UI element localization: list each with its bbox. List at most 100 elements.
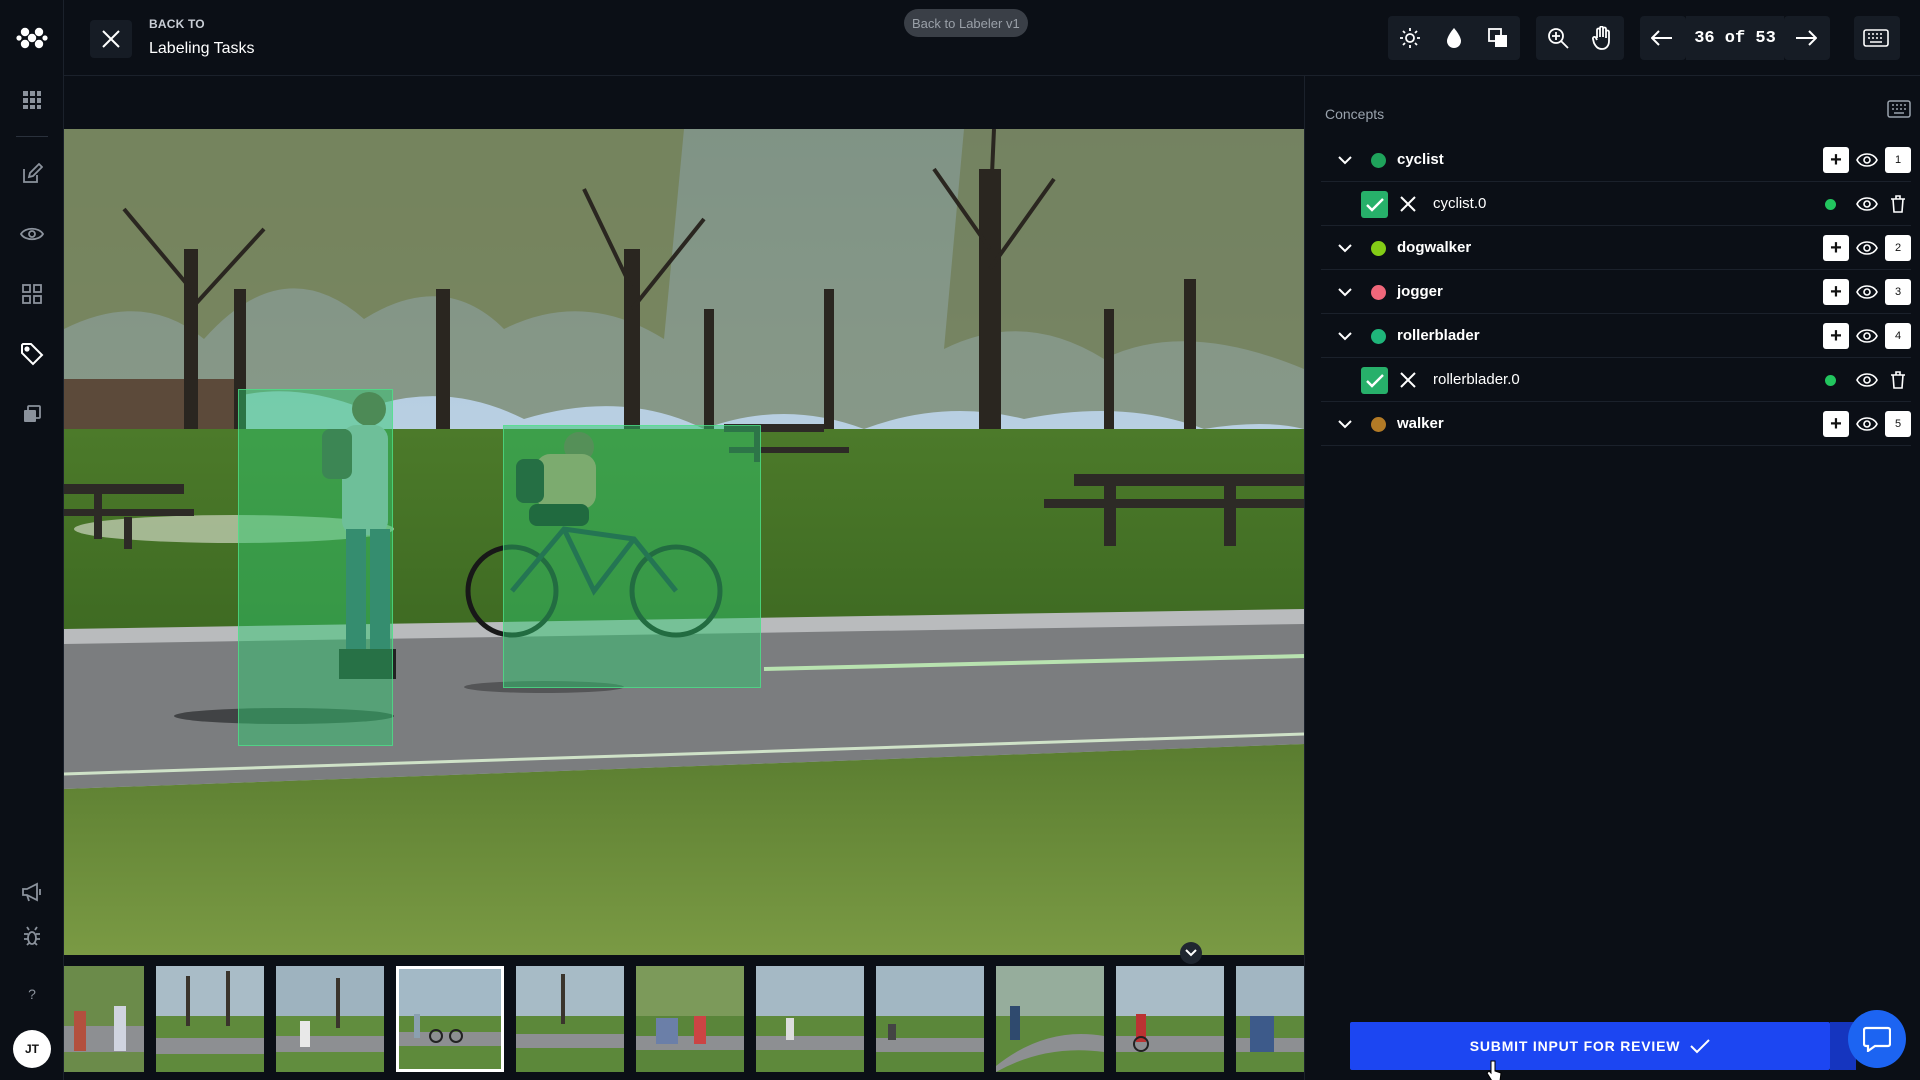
- thumbnail[interactable]: [756, 966, 864, 1072]
- accept-annotation-button[interactable]: [1361, 191, 1388, 218]
- concept-row-jogger[interactable]: jogger + 3: [1321, 270, 1911, 314]
- contrast-icon[interactable]: [1432, 16, 1476, 60]
- tag-icon[interactable]: [16, 338, 48, 370]
- thumbnail[interactable]: [1236, 966, 1304, 1072]
- reject-annotation-button[interactable]: [1397, 193, 1419, 215]
- back-to-label: BACK TO: [149, 17, 205, 31]
- copy-icon[interactable]: [16, 398, 48, 430]
- chat-icon: [1863, 1026, 1891, 1052]
- annotation-name: cyclist.0: [1433, 195, 1487, 212]
- thumbnail[interactable]: [636, 966, 744, 1072]
- concept-color-dot: [1371, 241, 1386, 256]
- annotation-name: rollerblader.0: [1433, 371, 1520, 388]
- add-annotation-button[interactable]: +: [1823, 235, 1849, 261]
- submit-for-review-button[interactable]: SUBMIT INPUT FOR REVIEW: [1350, 1022, 1830, 1070]
- concept-color-dot: [1371, 329, 1386, 344]
- keyboard-icon: [1854, 16, 1898, 60]
- annotation-canvas[interactable]: [64, 76, 1304, 956]
- annotation-row-cyclist-0[interactable]: cyclist.0: [1321, 182, 1911, 226]
- thumbnail[interactable]: [276, 966, 384, 1072]
- help-icon[interactable]: ?: [16, 978, 48, 1010]
- concept-row-dogwalker[interactable]: dogwalker + 2: [1321, 226, 1911, 270]
- concept-row-cyclist[interactable]: cyclist + 1: [1321, 138, 1911, 182]
- keyboard-icon[interactable]: [1887, 100, 1911, 123]
- eye-icon[interactable]: [1855, 193, 1879, 215]
- pointer-cursor-icon: [1486, 1060, 1502, 1080]
- concept-name: walker: [1397, 415, 1444, 432]
- close-button[interactable]: [90, 20, 132, 58]
- chevron-down-icon[interactable]: [1337, 240, 1353, 256]
- concept-color-dot: [1371, 285, 1386, 300]
- concept-color-dot: [1371, 153, 1386, 168]
- trash-icon[interactable]: [1887, 369, 1909, 391]
- chat-support-button[interactable]: [1848, 1010, 1906, 1068]
- chevron-down-icon[interactable]: [1337, 328, 1353, 344]
- bounding-box-cyclist[interactable]: [503, 425, 761, 688]
- input-filmstrip: [64, 956, 1304, 1080]
- input-image[interactable]: [64, 129, 1304, 955]
- hotkey-badge: 3: [1885, 279, 1911, 305]
- thumbnail-active[interactable]: [396, 966, 504, 1072]
- modules-icon[interactable]: [16, 278, 48, 310]
- add-annotation-button[interactable]: +: [1823, 279, 1849, 305]
- thumbnail[interactable]: [1116, 966, 1224, 1072]
- eye-icon[interactable]: [1855, 325, 1879, 347]
- panel-title: Concepts: [1325, 106, 1385, 122]
- check-icon: [1690, 1039, 1710, 1054]
- annotation-row-rollerblader-0[interactable]: rollerblader.0: [1321, 358, 1911, 402]
- thumbnail[interactable]: [516, 966, 624, 1072]
- filmstrip-collapse-button[interactable]: [1180, 942, 1202, 964]
- chevron-down-icon[interactable]: [1337, 152, 1353, 168]
- overlay-icon[interactable]: [1476, 16, 1520, 60]
- concept-name: rollerblader: [1397, 327, 1480, 344]
- bug-icon[interactable]: [16, 920, 48, 952]
- image-adjust-group: [1388, 16, 1520, 60]
- arrow-right-icon: [1784, 16, 1828, 60]
- bounding-box-rollerblader[interactable]: [238, 389, 393, 746]
- pan-hand-icon[interactable]: [1580, 16, 1624, 60]
- back-to-link[interactable]: Labeling Tasks: [149, 40, 255, 58]
- check-icon: [1365, 373, 1384, 388]
- eye-icon[interactable]: [16, 218, 48, 250]
- add-annotation-button[interactable]: +: [1823, 147, 1849, 173]
- thumbnail[interactable]: [876, 966, 984, 1072]
- brightness-icon[interactable]: [1388, 16, 1432, 60]
- accept-annotation-button[interactable]: [1361, 367, 1388, 394]
- next-input-button[interactable]: [1784, 16, 1830, 60]
- add-annotation-button[interactable]: +: [1823, 323, 1849, 349]
- arrow-left-icon: [1640, 16, 1684, 60]
- eye-icon[interactable]: [1855, 149, 1879, 171]
- avatar[interactable]: JT: [13, 1030, 51, 1068]
- trash-icon[interactable]: [1887, 193, 1909, 215]
- concept-row-rollerblader[interactable]: rollerblader + 4: [1321, 314, 1911, 358]
- concept-name: cyclist: [1397, 151, 1444, 168]
- input-counter: 36 of 53: [1686, 16, 1784, 60]
- chevron-down-icon[interactable]: [1337, 284, 1353, 300]
- chevron-down-icon[interactable]: [1337, 416, 1353, 432]
- thumbnail[interactable]: [996, 966, 1104, 1072]
- prev-input-button[interactable]: [1640, 16, 1686, 60]
- thumbnail[interactable]: [156, 966, 264, 1072]
- add-annotation-button[interactable]: +: [1823, 411, 1849, 437]
- close-icon: [1400, 196, 1416, 212]
- eye-icon[interactable]: [1855, 369, 1879, 391]
- eye-icon[interactable]: [1855, 237, 1879, 259]
- eye-icon[interactable]: [1855, 413, 1879, 435]
- apps-grid-icon[interactable]: [16, 84, 48, 116]
- edit-icon[interactable]: [16, 158, 48, 190]
- keyboard-shortcuts-button[interactable]: [1854, 16, 1900, 60]
- hotkey-badge: 1: [1885, 147, 1911, 173]
- zoom-in-icon[interactable]: [1536, 16, 1580, 60]
- annotation-status-dot: [1825, 199, 1836, 210]
- submit-label: SUBMIT INPUT FOR REVIEW: [1469, 1038, 1681, 1054]
- eye-icon[interactable]: [1855, 281, 1879, 303]
- concept-row-walker[interactable]: walker + 5: [1321, 402, 1911, 446]
- megaphone-icon[interactable]: [16, 876, 48, 908]
- thumbnail[interactable]: [64, 966, 144, 1072]
- concept-name: dogwalker: [1397, 239, 1472, 256]
- back-to-labeler-v1-button[interactable]: Back to Labeler v1: [904, 9, 1028, 37]
- logo-icon[interactable]: [16, 22, 48, 54]
- reject-annotation-button[interactable]: [1397, 369, 1419, 391]
- left-rail: ? JT: [0, 0, 64, 1080]
- hotkey-badge: 4: [1885, 323, 1911, 349]
